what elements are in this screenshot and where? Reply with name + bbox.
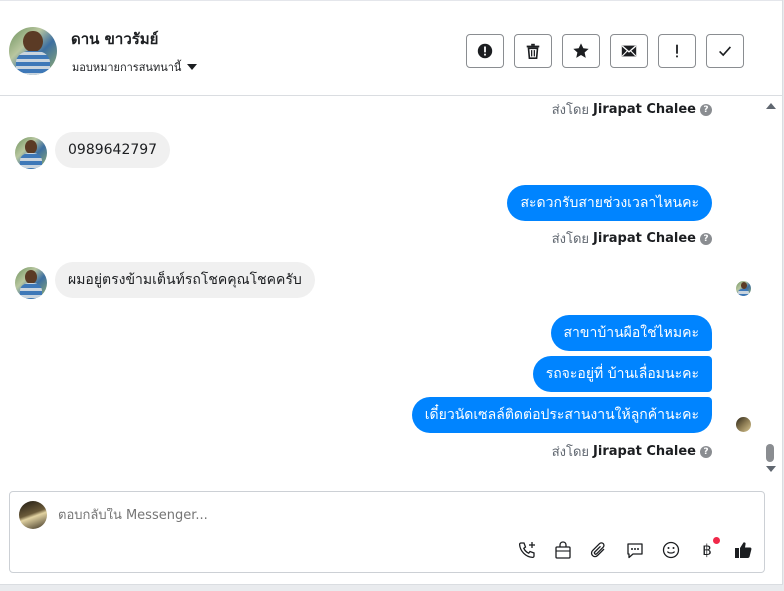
reply-input[interactable]	[58, 508, 458, 523]
chat-bubble-icon[interactable]	[623, 538, 647, 562]
conversation-header: ดาน ขาวรัมย์ มอบหมายการสนทนานี้	[0, 0, 782, 96]
page-avatar	[19, 501, 47, 529]
paperclip-icon[interactable]	[587, 538, 611, 562]
scrollbar-thumb[interactable]	[766, 444, 774, 462]
contact-avatar	[15, 137, 47, 169]
report-spam-button[interactable]	[466, 34, 504, 68]
checkmark-icon	[719, 46, 732, 57]
message-bubble-incoming[interactable]: 0989642797	[55, 132, 171, 168]
seen-avatar	[736, 281, 751, 296]
alert-circle-icon	[477, 43, 493, 59]
assign-conversation-dropdown[interactable]: มอบหมายการสนทนานี้	[72, 58, 198, 76]
message-list: ส่งโดย Jirapat Chalee ? 0989642797 สะดวก…	[0, 97, 762, 487]
star-button[interactable]	[562, 34, 600, 68]
sent-by-label: ส่งโดย Jirapat Chalee ?	[552, 441, 712, 462]
message-bubble-outgoing[interactable]: เดี๋ยวนัดเซลล์ติดต่อประสานงานให้ลูกค้านะ…	[411, 397, 712, 433]
page-avatar	[736, 417, 751, 432]
follow-up-button[interactable]	[658, 34, 696, 68]
mark-done-button[interactable]	[706, 34, 744, 68]
scroll-down-icon[interactable]	[766, 466, 776, 472]
help-icon[interactable]: ?	[700, 445, 712, 458]
mark-unread-button[interactable]	[610, 34, 648, 68]
phone-add-icon[interactable]	[515, 538, 539, 562]
help-icon[interactable]: ?	[700, 103, 712, 116]
envelope-icon	[621, 45, 637, 57]
exclamation-icon	[676, 44, 678, 58]
emoji-icon[interactable]	[659, 538, 683, 562]
sent-by-label: ส่งโดย Jirapat Chalee ?	[552, 228, 712, 249]
message-bubble-outgoing[interactable]: สะดวกรับสายช่วงเวลาไหนคะ	[507, 185, 712, 221]
message-bubble-incoming[interactable]: ผมอยู่ตรงข้ามเต็นท์รถโชคคุณโชคครับ	[55, 262, 315, 298]
star-icon	[573, 43, 589, 58]
contact-name[interactable]: ดาน ขาวรัมย์	[71, 27, 158, 51]
contact-avatar[interactable]	[9, 27, 57, 75]
notification-dot	[713, 537, 720, 544]
caret-down-icon	[187, 64, 198, 70]
conversation-panel: ดาน ขาวรัมย์ มอบหมายการสนทนานี้ ส่งโดย J…	[0, 0, 783, 585]
reply-composer: ฿	[9, 491, 765, 573]
shopping-bag-icon[interactable]	[551, 538, 575, 562]
svg-text:฿: ฿	[702, 541, 712, 559]
help-icon[interactable]: ?	[700, 232, 712, 245]
delete-button[interactable]	[514, 34, 552, 68]
message-bubble-outgoing[interactable]: รถจะอยู่ที่ บ้านเลื่อมนะคะ	[532, 356, 712, 392]
sent-by-label: ส่งโดย Jirapat Chalee ?	[552, 99, 712, 120]
message-bubble-outgoing[interactable]: สาขาบ้านผือใช่ไหมคะ	[550, 315, 712, 351]
thumbs-up-icon[interactable]	[731, 538, 755, 562]
assign-label: มอบหมายการสนทนานี้	[72, 61, 182, 74]
trash-icon	[526, 43, 540, 60]
contact-avatar	[15, 267, 47, 299]
scrollbar[interactable]	[762, 97, 780, 487]
scroll-up-icon[interactable]	[766, 103, 776, 109]
